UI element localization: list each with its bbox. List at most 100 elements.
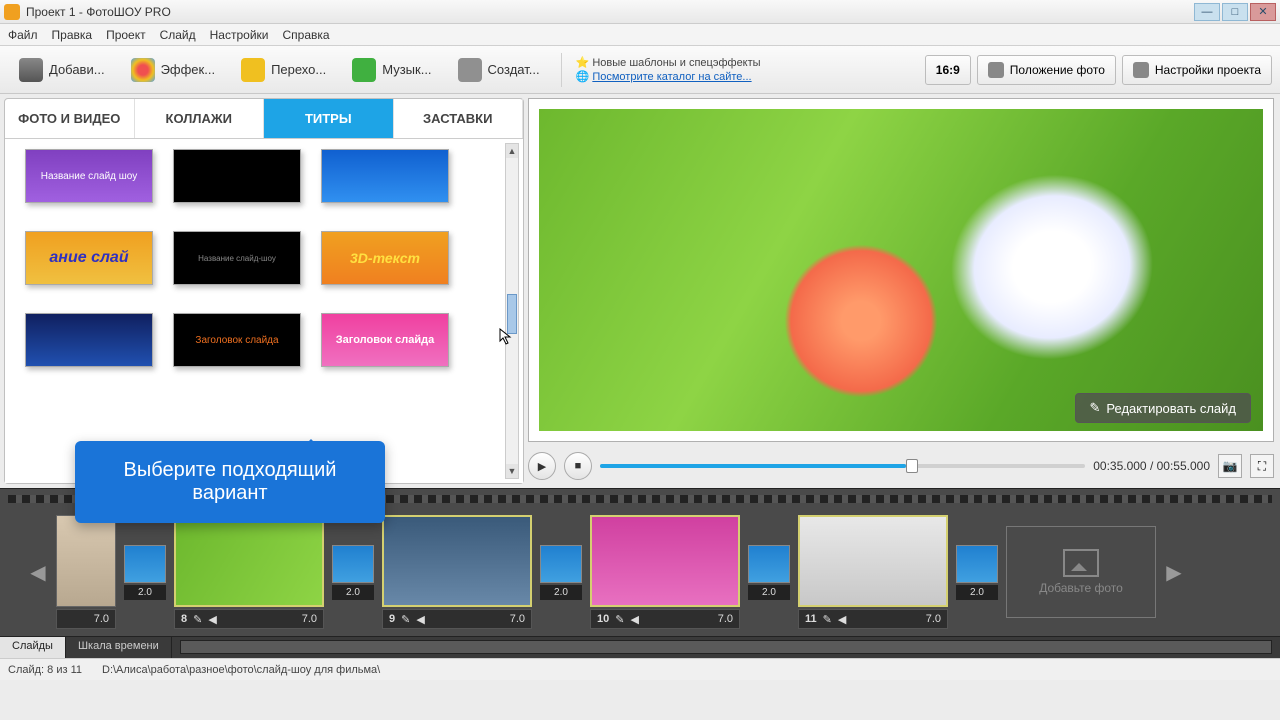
create-button[interactable]: Создат... xyxy=(447,51,551,89)
snapshot-button[interactable]: 📷 xyxy=(1218,454,1242,478)
scroll-up-icon[interactable]: ▲ xyxy=(506,144,518,158)
transition-icon xyxy=(540,545,582,583)
music-button[interactable]: Музык... xyxy=(341,51,442,89)
slide-duration: 7.0 xyxy=(94,613,109,625)
minimize-button[interactable]: — xyxy=(1194,3,1220,21)
window-title: Проект 1 - ФотоШОУ PRO xyxy=(26,5,1194,19)
title-template[interactable] xyxy=(321,149,449,203)
fullscreen-button[interactable]: ⛶ xyxy=(1250,454,1274,478)
slide-thumb[interactable] xyxy=(590,515,740,607)
notice-templates: Новые шаблоны и спецэффекты xyxy=(592,57,760,69)
timeline-hscrollbar[interactable] xyxy=(180,640,1272,654)
project-settings-button[interactable]: Настройки проекта xyxy=(1122,55,1272,85)
title-template[interactable] xyxy=(25,313,153,367)
sound-icon[interactable]: ◀ xyxy=(208,613,216,626)
title-template[interactable] xyxy=(173,149,301,203)
slide-duration: 7.0 xyxy=(926,613,941,625)
menu-file[interactable]: Файл xyxy=(8,28,38,42)
transition-chip[interactable]: 2.0 xyxy=(540,545,582,600)
title-template[interactable]: Название слайд-шоу xyxy=(173,231,301,285)
slide-thumb[interactable] xyxy=(174,515,324,607)
title-template[interactable]: Название слайд шоу xyxy=(25,149,153,203)
edit-icon[interactable]: ✎ xyxy=(615,613,624,626)
transition-chip[interactable]: 2.0 xyxy=(956,545,998,600)
title-templates-grid: Название слайд шоу ание слай Название сл… xyxy=(5,139,523,483)
slide-card[interactable]: 11✎◀7.0 xyxy=(798,515,948,629)
edit-icon[interactable]: ✎ xyxy=(401,613,410,626)
play-button[interactable]: ▶ xyxy=(528,452,556,480)
menu-settings[interactable]: Настройки xyxy=(210,28,269,42)
main-toolbar: Добави... Эффек... Перехо... Музык... Со… xyxy=(0,46,1280,94)
transition-chip[interactable]: 2.0 xyxy=(748,545,790,600)
timeline-prev[interactable]: ◀ xyxy=(28,526,48,618)
slide-thumb-partial[interactable] xyxy=(56,515,116,607)
transition-chip[interactable]: 2.0 xyxy=(124,545,166,600)
seek-track[interactable] xyxy=(600,464,1085,468)
menu-help[interactable]: Справка xyxy=(282,28,329,42)
stop-button[interactable]: ■ xyxy=(564,452,592,480)
statusbar: Слайд: 8 из 11 D:\Алиса\работа\разное\фо… xyxy=(0,658,1280,680)
tutorial-callout: Выберите подходящий вариант xyxy=(75,441,385,523)
add-button[interactable]: Добави... xyxy=(8,51,116,89)
tab-photo-video[interactable]: ФОТО И ВИДЕО xyxy=(5,99,135,138)
sound-icon[interactable]: ◀ xyxy=(630,613,638,626)
status-slide-count: Слайд: 8 из 11 xyxy=(8,664,82,676)
edit-slide-button[interactable]: ✎Редактировать слайд xyxy=(1075,393,1251,423)
catalog-link[interactable]: Посмотрите каталог на сайте... xyxy=(592,71,751,83)
tab-titles[interactable]: ТИТРЫ xyxy=(264,99,394,138)
preview-viewport: ✎Редактировать слайд xyxy=(528,98,1274,442)
timeline-next[interactable]: ▶ xyxy=(1164,526,1184,618)
tab-collages[interactable]: КОЛЛАЖИ xyxy=(135,99,265,138)
close-button[interactable]: ✕ xyxy=(1250,3,1276,21)
effects-button[interactable]: Эффек... xyxy=(120,51,227,89)
add-photo-label: Добавьте фото xyxy=(1039,581,1123,595)
transitions-button[interactable]: Перехо... xyxy=(230,51,337,89)
transition-chip[interactable]: 2.0 xyxy=(332,545,374,600)
edit-icon[interactable]: ✎ xyxy=(823,613,832,626)
title-template[interactable]: Заголовок слайда xyxy=(173,313,301,367)
preview-panel: ✎Редактировать слайд ▶ ■ 00:35.000 / 00:… xyxy=(528,98,1274,484)
slide-card[interactable]: 8✎◀7.0 xyxy=(174,515,324,629)
slide-number: 8 xyxy=(181,613,187,625)
sound-icon[interactable]: ◀ xyxy=(416,613,424,626)
photo-icon xyxy=(988,62,1004,78)
transition-icon xyxy=(332,545,374,583)
music-icon xyxy=(352,58,376,82)
title-template[interactable]: 3D-текст xyxy=(321,231,449,285)
sound-icon[interactable]: ◀ xyxy=(838,613,846,626)
maximize-button[interactable]: □ xyxy=(1222,3,1248,21)
templates-panel: ФОТО И ВИДЕО КОЛЛАЖИ ТИТРЫ ЗАСТАВКИ Назв… xyxy=(4,98,524,484)
transition-icon xyxy=(748,545,790,583)
templates-scrollbar[interactable]: ▲ ▼ xyxy=(505,143,519,479)
slide-card[interactable]: 10 ✎ ◀ 7.0 xyxy=(590,515,740,629)
menu-slide[interactable]: Слайд xyxy=(160,28,196,42)
menu-project[interactable]: Проект xyxy=(106,28,146,42)
slide-number: 10 xyxy=(597,613,609,625)
palette-icon xyxy=(131,58,155,82)
scrollbar-handle[interactable] xyxy=(507,294,517,334)
titlebar: Проект 1 - ФотоШОУ PRO — □ ✕ xyxy=(0,0,1280,24)
menu-edit[interactable]: Правка xyxy=(52,28,93,42)
slide-duration: 7.0 xyxy=(510,613,525,625)
slide-thumb[interactable] xyxy=(382,515,532,607)
seek-knob[interactable] xyxy=(906,459,918,473)
transition-icon xyxy=(956,545,998,583)
time-display: 00:35.000 / 00:55.000 xyxy=(1093,459,1210,473)
title-template[interactable]: Заголовок слайда xyxy=(321,313,449,367)
transition-icon xyxy=(124,545,166,583)
timeline-tab-timeline[interactable]: Шкала времени xyxy=(66,637,172,658)
slide-duration: 7.0 xyxy=(718,613,733,625)
timeline-tab-slides[interactable]: Слайды xyxy=(0,637,66,658)
edit-icon[interactable]: ✎ xyxy=(193,613,202,626)
notices: ⭐ Новые шаблоны и спецэффекты 🌐 Посмотри… xyxy=(576,56,761,84)
slide-card[interactable]: 9✎◀7.0 xyxy=(382,515,532,629)
slide-thumb[interactable] xyxy=(798,515,948,607)
tab-splash[interactable]: ЗАСТАВКИ xyxy=(394,99,524,138)
photo-position-button[interactable]: Положение фото xyxy=(977,55,1116,85)
aspect-ratio-button[interactable]: 16:9 xyxy=(925,55,971,85)
add-photo-placeholder[interactable]: Добавьте фото xyxy=(1006,526,1156,618)
scroll-down-icon[interactable]: ▼ xyxy=(506,464,518,478)
title-template[interactable]: ание слай xyxy=(25,231,153,285)
image-placeholder-icon xyxy=(1063,549,1099,577)
gear-icon xyxy=(458,58,482,82)
